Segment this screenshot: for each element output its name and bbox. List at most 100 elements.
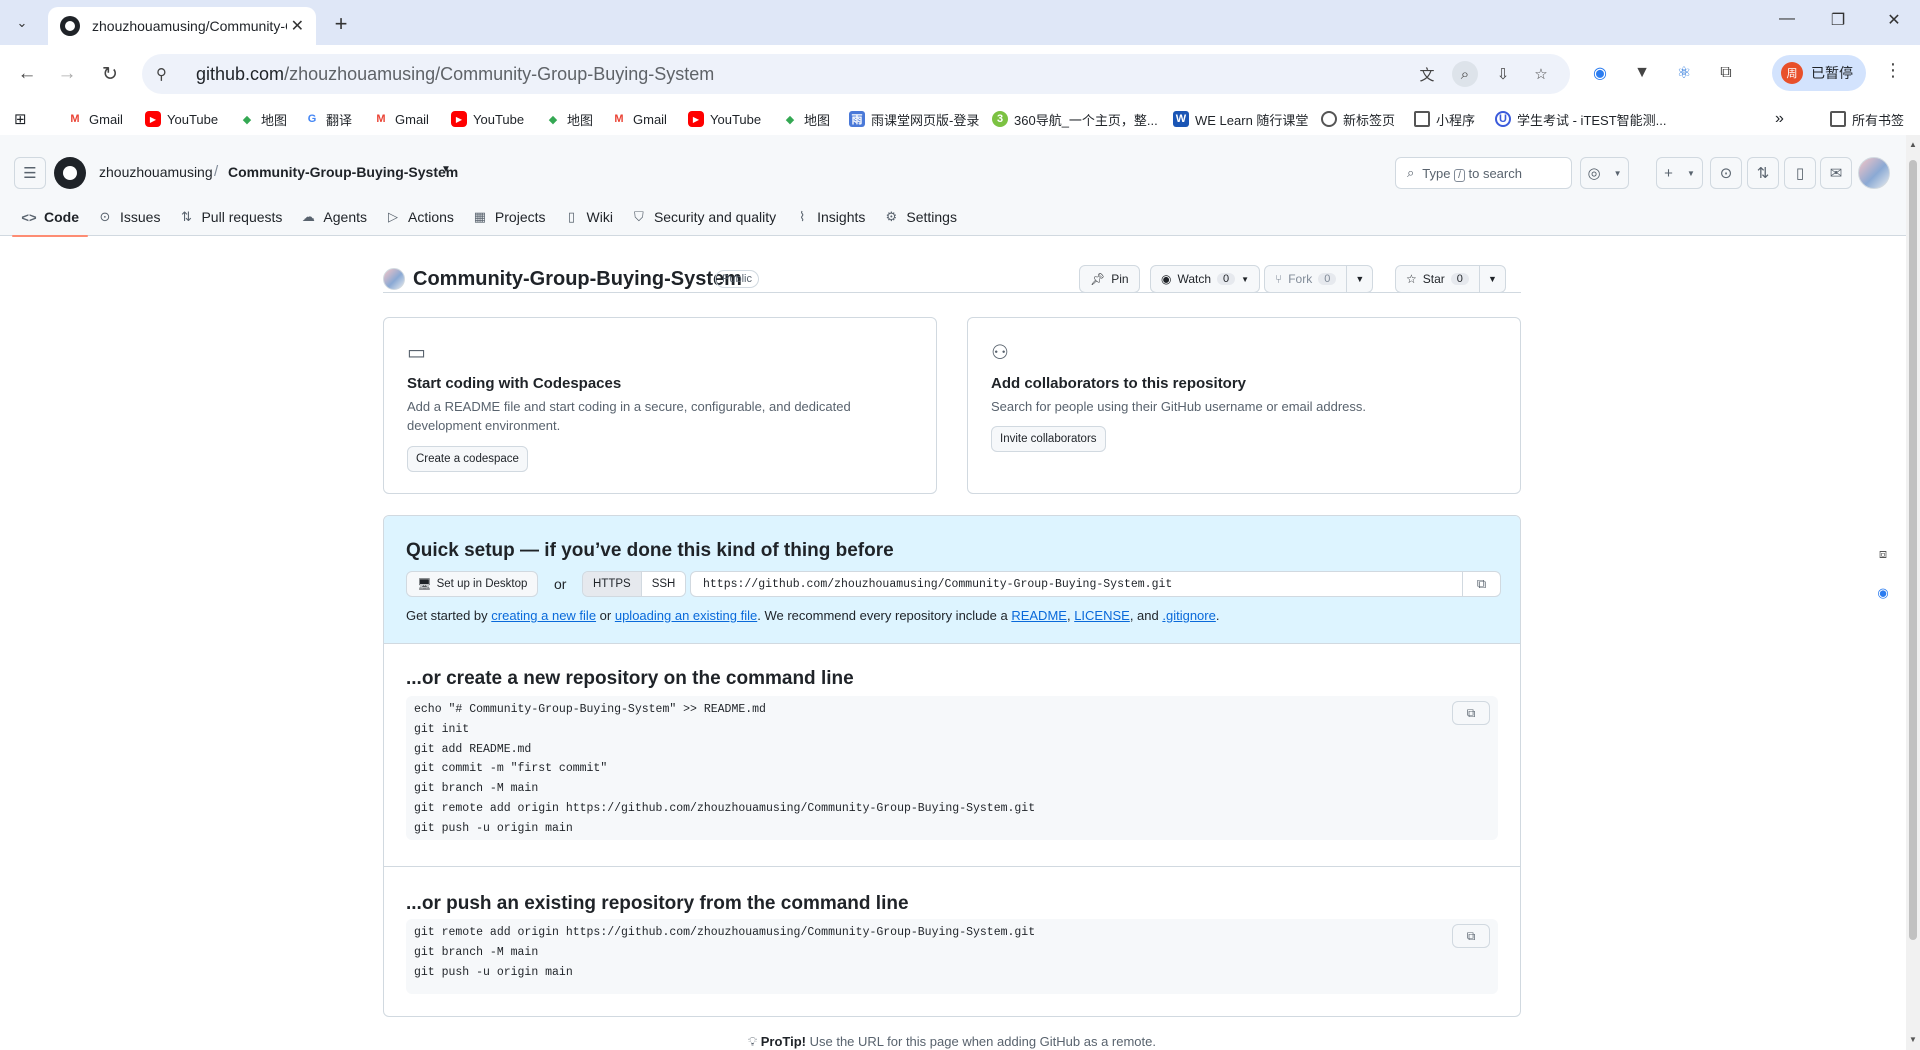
tab-pull-requests[interactable]: ⇅ Pull requests (169, 198, 291, 236)
tab-insights[interactable]: ⌇ Insights (785, 198, 874, 236)
copy-commands-icon[interactable]: ⧉ (1452, 924, 1490, 948)
watch-button[interactable]: ◉ Watch 0 ▼ (1150, 265, 1261, 293)
scroll-down-icon[interactable]: ▼ (1909, 1035, 1917, 1044)
issues-icon[interactable]: ⊙ (1710, 157, 1742, 189)
bookmark-item[interactable]: W WE Learn 随行课堂 (1173, 107, 1308, 131)
bookmark-item[interactable]: ▶ YouTube (451, 107, 524, 131)
back-button[interactable]: ← (12, 59, 42, 89)
bookmark-item[interactable]: ▶ YouTube (688, 107, 761, 131)
https-button[interactable]: HTTPS (583, 572, 642, 596)
star-button[interactable]: ☆ Star 0 ▼ (1395, 265, 1506, 293)
browser-tab-active[interactable]: zhouzhouamusing/Community-Gr ✕ (48, 7, 316, 45)
bookmark-item[interactable]: U 学生考试 - iTEST智能测... (1495, 107, 1667, 131)
pull-requests-icon[interactable]: ⇅ (1747, 157, 1779, 189)
apps-grid-icon[interactable]: ⊞ (14, 107, 27, 131)
hamburger-menu-icon[interactable]: ☰ (14, 157, 46, 189)
minimize-window-button[interactable]: — (1767, 10, 1807, 28)
clone-url-field[interactable]: https://github.com/zhouzhouamusing/Commu… (690, 571, 1501, 597)
user-avatar[interactable] (1858, 157, 1890, 189)
license-link[interactable]: LICENSE (1074, 608, 1130, 623)
repo-switcher-chevron-down-icon[interactable]: ▼ (441, 164, 451, 175)
copy-url-icon[interactable]: ⧉ (1462, 572, 1500, 596)
tab-code[interactable]: <> Code (12, 198, 88, 237)
bookmark-item[interactable]: M Gmail (611, 107, 667, 131)
extension-react-icon[interactable]: ⚛ (1671, 60, 1697, 86)
bookmark-item[interactable]: ◆ 地图 (782, 107, 830, 131)
tab-label: Agents (323, 209, 367, 225)
tab-settings[interactable]: ⚙ Settings (874, 198, 966, 236)
tab-agents[interactable]: ☁ Agents (291, 198, 376, 236)
bookmark-item[interactable]: 3 360导航_一个主页，整... (992, 107, 1158, 131)
new-repo-code[interactable]: echo "# Community-Group-Buying-System" >… (406, 696, 1498, 839)
create-codespace-button[interactable]: Create a codespace (407, 446, 528, 472)
tab-search-button[interactable]: ⌄ (8, 10, 36, 36)
bookmark-item[interactable]: 雨雨课堂网页版-登录 (849, 107, 979, 131)
create-new-file-link[interactable]: creating a new file (491, 608, 596, 623)
side-translate-icon[interactable]: ⧈ (1870, 541, 1896, 567)
all-bookmarks-folder[interactable]: 所有书签 (1830, 107, 1904, 131)
copilot-button[interactable]: ◎ ▼ (1580, 157, 1629, 189)
inbox-icon[interactable]: ✉ (1820, 157, 1852, 189)
bookmark-star-icon[interactable]: ☆ (1528, 61, 1554, 87)
extension-v-icon[interactable]: ▼ (1629, 60, 1655, 86)
create-new-button[interactable]: + ▼ (1656, 157, 1703, 189)
more-bookmarks-icon[interactable]: » (1775, 107, 1784, 131)
extension-drop-icon[interactable]: ◉ (1587, 60, 1613, 86)
close-window-button[interactable]: ✕ (1874, 10, 1914, 30)
readme-link[interactable]: README (1011, 608, 1067, 623)
star-dropdown-chevron-down-icon[interactable]: ▼ (1478, 266, 1505, 292)
bookmark-item[interactable]: ◆ 地图 (239, 107, 287, 131)
clone-url-text[interactable]: https://github.com/zhouzhouamusing/Commu… (691, 578, 1462, 591)
upload-file-link[interactable]: uploading an existing file (615, 608, 757, 623)
browser-menu-icon[interactable]: ⋮ (1884, 60, 1902, 81)
translate-page-icon[interactable]: 文 (1414, 61, 1440, 87)
push-existing-code[interactable]: git remote add origin https://github.com… (406, 919, 1498, 982)
repositories-icon[interactable]: ▯ (1784, 157, 1816, 189)
bookmark-item[interactable]: 新标签页 (1321, 107, 1395, 131)
owner-avatar (383, 268, 405, 290)
scroll-up-icon[interactable]: ▲ (1909, 140, 1917, 149)
setup-desktop-button[interactable]: 🖥︎ Set up in Desktop (406, 571, 539, 597)
extensions-puzzle-icon[interactable]: ⧉ (1713, 60, 1739, 86)
forward-button[interactable]: → (52, 59, 82, 89)
tab-actions[interactable]: ▷ Actions (376, 198, 463, 236)
pin-button[interactable]: 📌︎ Pin (1079, 265, 1140, 293)
profile-paused-button[interactable]: 周 已暂停 (1772, 55, 1866, 91)
bookmark-item[interactable]: M Gmail (67, 107, 123, 131)
new-tab-button[interactable]: + (327, 10, 355, 38)
tab-projects[interactable]: ▦ Projects (463, 198, 555, 236)
bookmark-item[interactable]: ▶ YouTube (145, 107, 218, 131)
tab-security[interactable]: ⛉ Security and quality (622, 198, 785, 236)
gitignore-link[interactable]: .gitignore (1162, 608, 1215, 623)
tab-issues[interactable]: ⊙ Issues (88, 198, 169, 236)
zoom-icon[interactable]: ⌕ (1452, 61, 1478, 87)
person-add-icon: ⚇ (991, 342, 1009, 364)
bookmark-folder[interactable]: 小程序 (1414, 107, 1475, 131)
tab-title: zhouzhouamusing/Community-Gr (92, 18, 287, 34)
search-input[interactable]: ⌕ Type / to search (1395, 157, 1572, 189)
new-repo-code-block: echo "# Community-Group-Buying-System" >… (406, 696, 1498, 840)
fork-dropdown-chevron-down-icon[interactable]: ▼ (1346, 266, 1372, 292)
breadcrumb-repo[interactable]: Community-Group-Buying-System (228, 164, 458, 180)
tab-wiki[interactable]: ▯ Wiki (555, 198, 622, 236)
address-bar[interactable]: ⚲ github.com/zhouzhouamusing/Community-G… (142, 54, 1570, 94)
github-logo-icon[interactable] (54, 157, 86, 189)
fork-button[interactable]: ⑂ Fork 0 ▼ (1264, 265, 1374, 293)
fork-icon: ⑂ (1275, 272, 1283, 286)
restore-window-button[interactable]: ❐ (1818, 10, 1858, 30)
install-app-icon[interactable]: ⇩ (1490, 61, 1516, 87)
close-tab-icon[interactable]: ✕ (291, 16, 304, 36)
copy-commands-icon[interactable]: ⧉ (1452, 701, 1490, 725)
bookmark-item[interactable]: G 翻译 (304, 107, 352, 131)
bookmark-item[interactable]: ◆ 地图 (545, 107, 593, 131)
scroll-thumb[interactable] (1909, 160, 1917, 940)
repo-name[interactable]: Community-Group-Buying-System (413, 268, 742, 291)
breadcrumb-owner[interactable]: zhouzhouamusing (99, 164, 213, 180)
ssh-button[interactable]: SSH (641, 572, 686, 596)
reload-button[interactable]: ↻ (95, 59, 125, 89)
bookmark-item[interactable]: M Gmail (373, 107, 429, 131)
side-assistant-icon[interactable]: ◉ (1870, 580, 1896, 606)
chevron-down-icon: ▼ (1241, 274, 1250, 284)
site-info-icon[interactable]: ⚲ (156, 65, 176, 83)
invite-collaborators-button[interactable]: Invite collaborators (991, 426, 1106, 452)
